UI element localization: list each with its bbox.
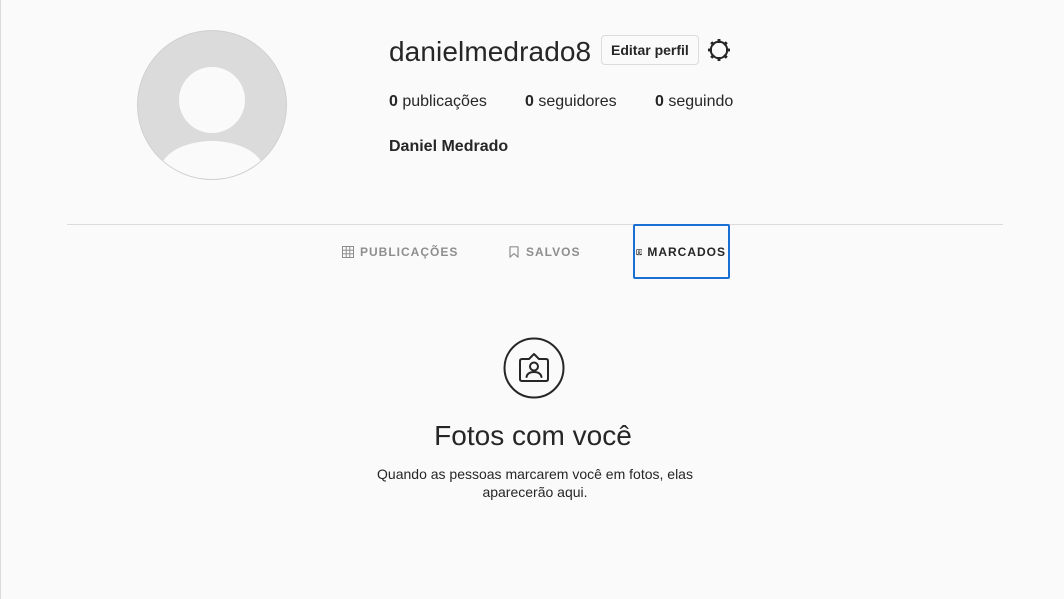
posts-label: publicações <box>397 93 487 110</box>
tab-label: PUBLICAÇÕES <box>360 244 459 259</box>
gear-icon[interactable] <box>707 38 731 62</box>
following-stat[interactable]: 0 seguindo <box>655 92 733 112</box>
profile-page: danielmedrado8 Editar perfil 0 publicaçõ… <box>0 0 1064 599</box>
avatar-head-shape <box>179 67 245 133</box>
empty-state-title: Fotos com você <box>434 420 632 451</box>
followers-label: seguidores <box>533 93 617 110</box>
empty-state-description: Quando as pessoas marcarem você em fotos… <box>377 466 693 500</box>
following-label: seguindo <box>663 93 734 110</box>
followers-count: 0 <box>525 93 534 110</box>
profile-username: danielmedrado8 <box>389 36 592 67</box>
profile-full-name: Daniel Medrado <box>389 138 509 155</box>
tagged-photo-icon <box>503 337 565 399</box>
tab-label: SALVOS <box>526 244 581 259</box>
grid-icon <box>342 245 354 258</box>
tab-label: MARCADOS <box>647 244 726 259</box>
following-count: 0 <box>655 93 664 110</box>
bookmark-icon <box>509 245 519 258</box>
edit-profile-button[interactable]: Editar perfil <box>601 35 699 65</box>
tab-salvos[interactable]: SALVOS <box>508 224 580 279</box>
tab-publicacoes[interactable]: PUBLICAÇÕES <box>342 224 458 279</box>
avatar-body-shape <box>160 141 264 179</box>
tab-marcados[interactable]: MARCADOS <box>633 224 730 279</box>
posts-stat[interactable]: 0 publicações <box>389 92 487 112</box>
profile-avatar[interactable] <box>137 30 287 180</box>
posts-count: 0 <box>389 93 398 110</box>
tagged-icon <box>636 248 643 255</box>
followers-stat[interactable]: 0 seguidores <box>525 92 617 112</box>
